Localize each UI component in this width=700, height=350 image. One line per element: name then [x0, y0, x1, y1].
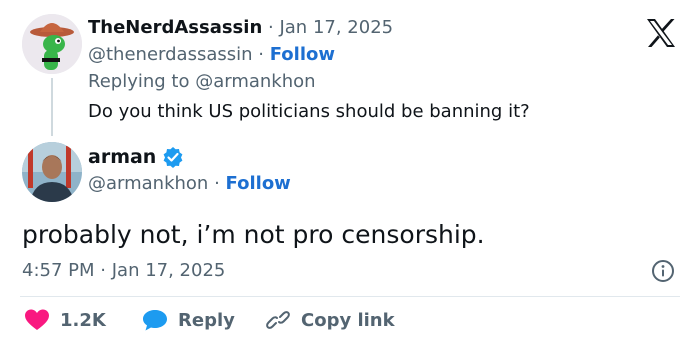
reply-bubble-icon — [143, 310, 167, 331]
main-handle-row: @armankhon · Follow — [88, 173, 291, 194]
copy-link-button[interactable]: Copy link — [265, 308, 395, 332]
reply-header-row: TheNerdAssassin · Jan 17, 2025 — [88, 17, 393, 38]
heart-icon — [25, 309, 49, 330]
verified-badge-icon — [163, 147, 183, 168]
thread-connector-line — [51, 78, 53, 136]
link-icon — [266, 311, 290, 329]
main-timestamp-row: 4:57 PM · Jan 17, 2025 — [22, 260, 225, 281]
reply-separator: · — [268, 17, 274, 38]
reply-handle[interactable]: @thenerdassassin — [88, 44, 253, 65]
copy-link-label: Copy link — [301, 309, 395, 331]
arman-avatar-image — [22, 142, 82, 202]
replying-to-label: Replying to — [88, 71, 190, 92]
reply-text: Do you think US politicians should be ba… — [88, 101, 530, 122]
thenerdassassin-avatar[interactable] — [22, 14, 82, 74]
reply-handle-row: @thenerdassassin · Follow — [88, 44, 335, 65]
main-time[interactable]: 4:57 PM — [22, 260, 95, 281]
replying-to-handle[interactable]: @armankhon — [195, 71, 315, 92]
cowboy-dino-avatar-image — [22, 14, 82, 74]
reply-label: Reply — [178, 309, 235, 331]
reply-follow-button[interactable]: Follow — [270, 44, 335, 65]
reply-date[interactable]: Jan 17, 2025 — [279, 17, 393, 38]
actions-divider — [20, 296, 680, 297]
main-display-name[interactable]: arman — [88, 146, 156, 168]
main-tweet-text: probably not, i’m not pro censorship. — [22, 220, 485, 249]
main-handle-separator: · — [214, 173, 220, 194]
reply-button[interactable]: Reply — [142, 308, 235, 332]
main-handle[interactable]: @armankhon — [88, 173, 208, 194]
main-header-row: arman — [88, 146, 184, 168]
like-count: 1.2K — [60, 309, 106, 331]
like-button[interactable]: 1.2K — [24, 308, 106, 332]
main-date[interactable]: Jan 17, 2025 — [112, 260, 226, 281]
replying-to-row: Replying to @armankhon — [88, 71, 316, 92]
reply-handle-separator: · — [258, 44, 264, 65]
main-timestamp-separator: · — [100, 260, 106, 281]
reply-display-name[interactable]: TheNerdAssassin — [88, 17, 262, 38]
x-logo-icon[interactable] — [645, 18, 677, 48]
arman-avatar[interactable] — [22, 142, 82, 202]
info-icon[interactable] — [651, 259, 675, 283]
main-follow-button[interactable]: Follow — [226, 173, 291, 194]
